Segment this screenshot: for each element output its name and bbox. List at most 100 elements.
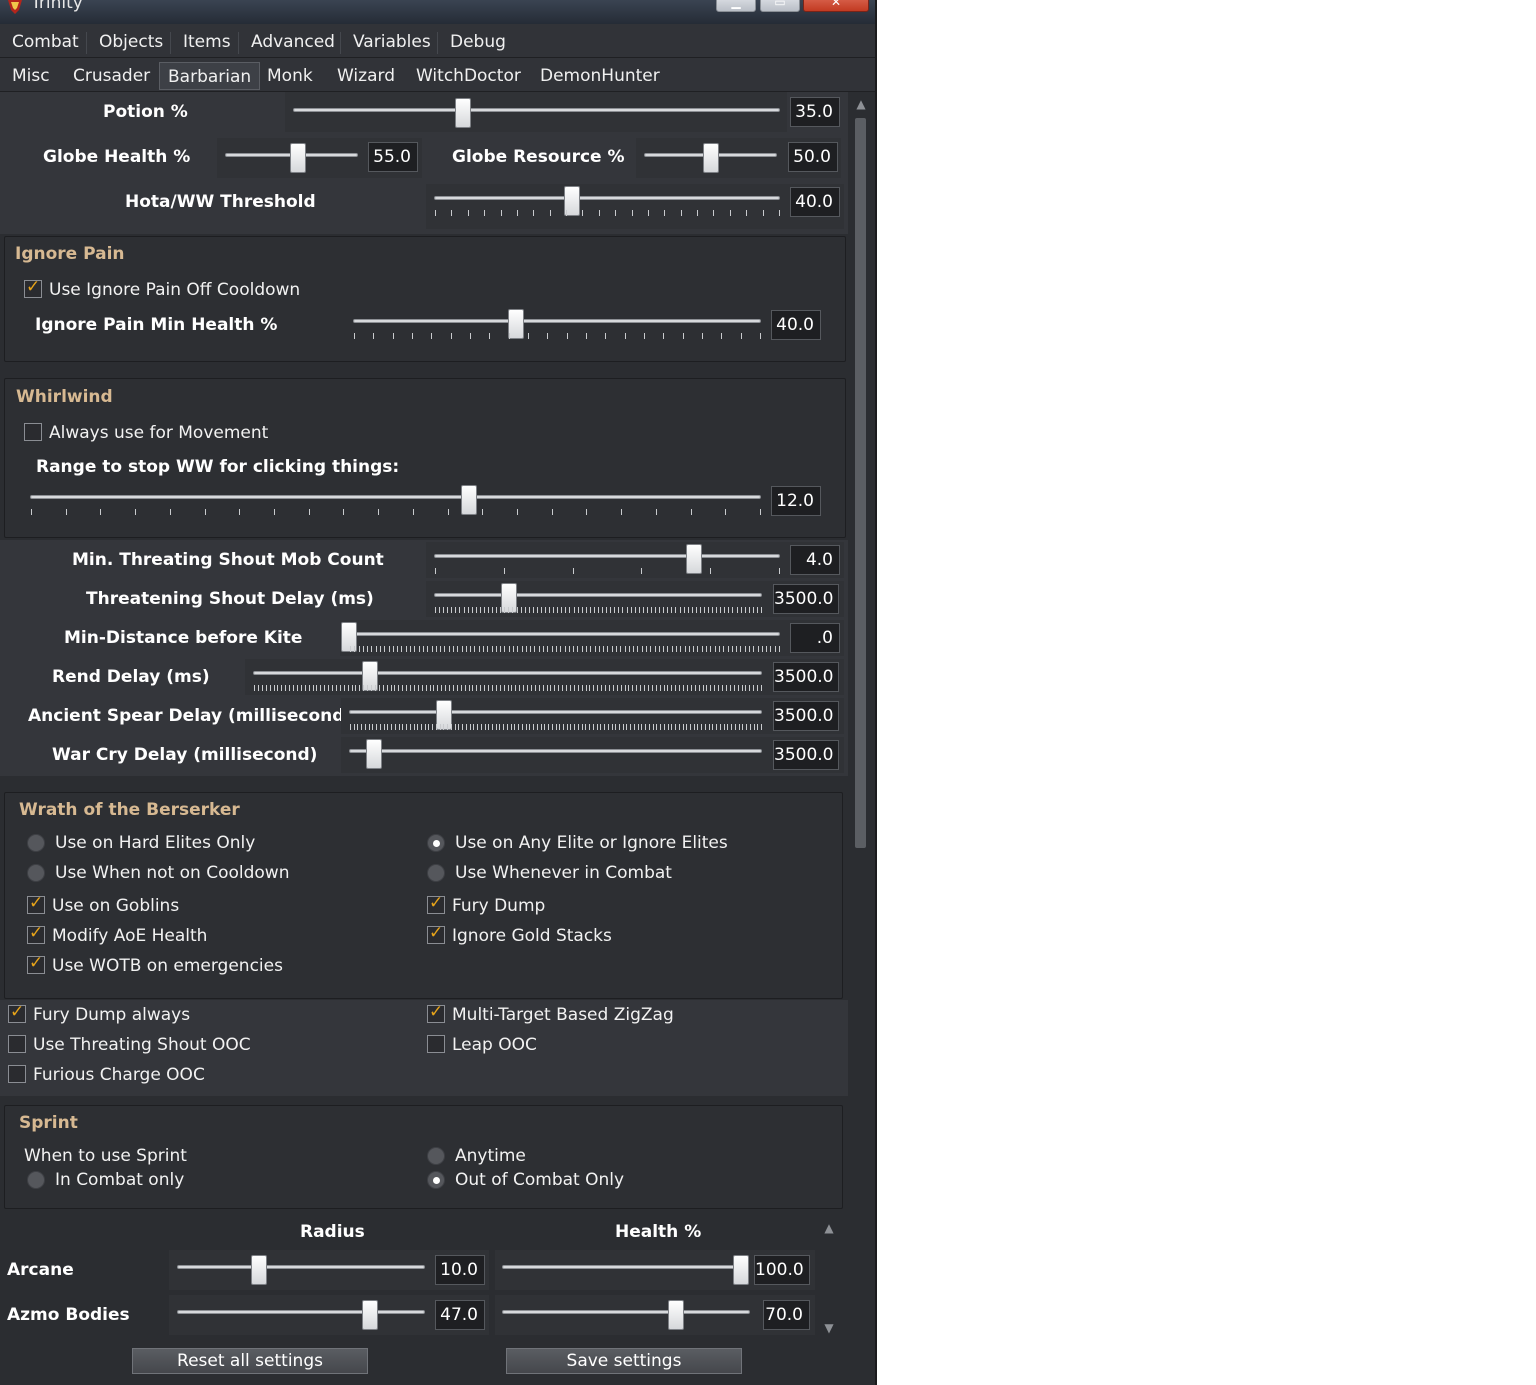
avoidance-scrollbar[interactable]: ▲ ▼ [818, 1218, 840, 1342]
scroll-down-icon[interactable]: ▼ [818, 1318, 840, 1338]
tab-barbarian[interactable]: Barbarian [159, 62, 261, 90]
avoidance-row-name: Azmo Bodies [7, 1305, 130, 1325]
azmo-radius-value[interactable]: 47.0 [435, 1300, 485, 1330]
slider-thumb[interactable] [250, 1255, 267, 1285]
potion-value[interactable]: 35.0 [790, 97, 840, 127]
wotb-emergencies-label: Use WOTB on emergencies [52, 956, 283, 976]
wotb-not-on-cooldown-label: Use When not on Cooldown [55, 863, 290, 883]
furious-charge-ooc-checkbox[interactable]: ✓ [8, 1065, 26, 1083]
wotb-not-on-cooldown-radio[interactable] [27, 864, 45, 882]
sprint-in-combat-radio[interactable] [27, 1171, 45, 1189]
shout-mob-count-value[interactable]: 4.0 [790, 545, 840, 575]
zigzag-checkbox[interactable]: ✓ [427, 1002, 445, 1023]
wotb-goblins-checkbox[interactable]: ✓ [27, 893, 45, 914]
slider-thumb[interactable] [365, 739, 382, 769]
tab-advanced[interactable]: Advanced [243, 28, 343, 56]
tab-misc[interactable]: Misc [4, 62, 58, 90]
shout-delay-value[interactable]: 3500.0 [773, 584, 839, 614]
arcane-radius-value[interactable]: 10.0 [435, 1255, 485, 1285]
wotb-any-elite-radio[interactable] [427, 834, 445, 852]
slider-thumb[interactable] [455, 98, 472, 128]
slider-thumb[interactable] [290, 143, 307, 173]
whirlwind-movement-checkbox[interactable]: ✓ [24, 423, 42, 441]
warcry-delay-slider[interactable] [349, 739, 762, 769]
slider-thumb[interactable] [733, 1255, 749, 1285]
rend-delay-value[interactable]: 3500.0 [773, 662, 839, 692]
ignore-pain-min-health-value[interactable]: 40.0 [771, 310, 821, 340]
ignore-pain-off-cooldown-checkbox[interactable]: ✓ [24, 277, 42, 298]
tab-witchdoctor[interactable]: WitchDoctor [408, 62, 529, 90]
shout-mob-count-slider[interactable] [434, 544, 780, 574]
kite-distance-slider[interactable] [341, 622, 780, 652]
leap-ooc-checkbox[interactable]: ✓ [427, 1035, 445, 1053]
slider-track [349, 710, 762, 714]
shout-delay-label: Threatening Shout Delay (ms) [86, 589, 374, 609]
hota-threshold-value[interactable]: 40.0 [790, 187, 840, 217]
scroll-up-icon[interactable]: ▲ [818, 1218, 840, 1238]
slider-thumb[interactable] [667, 1300, 684, 1330]
arcane-radius-slider[interactable] [177, 1255, 425, 1285]
tab-variables[interactable]: Variables [345, 28, 439, 56]
health-column-header: Health % [615, 1222, 702, 1242]
wotb-emergencies-checkbox[interactable]: ✓ [27, 953, 45, 974]
slider-thumb[interactable] [362, 1300, 379, 1330]
whirlwind-range-slider[interactable] [30, 485, 761, 515]
globe-resource-slider[interactable] [644, 143, 777, 173]
tab-combat[interactable]: Combat [4, 28, 87, 56]
primary-tab-bar: Combat Objects Items Advanced Variables … [0, 24, 875, 58]
azmo-health-slider[interactable] [502, 1300, 750, 1330]
whirlwind-range-value[interactable]: 12.0 [771, 486, 821, 516]
scroll-up-icon[interactable]: ▲ [850, 94, 872, 114]
maximize-icon: ▭ [774, 0, 786, 9]
tab-separator [238, 32, 239, 54]
arcane-health-slider[interactable] [502, 1255, 749, 1285]
hota-threshold-slider[interactable] [434, 186, 780, 216]
scroll-thumb[interactable] [855, 118, 866, 848]
tab-debug[interactable]: Debug [442, 28, 514, 56]
spear-delay-value[interactable]: 3500.0 [773, 701, 839, 731]
tab-separator [437, 32, 438, 54]
wotb-whenever-in-combat-radio[interactable] [427, 864, 445, 882]
main-scrollbar[interactable]: ▲ [850, 94, 872, 1214]
globe-health-value[interactable]: 55.0 [368, 142, 418, 172]
close-button[interactable]: ✕ [803, 0, 869, 12]
tab-demonhunter[interactable]: DemonHunter [532, 62, 668, 90]
reset-settings-button[interactable]: Reset all settings [132, 1348, 368, 1374]
wotb-hard-elites-radio[interactable] [27, 834, 45, 852]
sprint-anytime-radio[interactable] [427, 1147, 445, 1165]
sprint-anytime-label: Anytime [455, 1146, 526, 1166]
rend-delay-slider[interactable] [253, 661, 762, 691]
azmo-health-value[interactable]: 70.0 [763, 1300, 810, 1330]
potion-slider[interactable] [293, 98, 780, 128]
warcry-delay-value[interactable]: 3500.0 [773, 740, 839, 770]
shout-delay-slider[interactable] [434, 583, 762, 613]
slider-thumb[interactable] [702, 143, 719, 173]
sprint-out-of-combat-radio[interactable] [427, 1171, 445, 1189]
tab-crusader[interactable]: Crusader [65, 62, 158, 90]
wotb-fury-dump-checkbox[interactable]: ✓ [427, 893, 445, 914]
slider-track [253, 671, 762, 675]
fury-dump-always-checkbox[interactable]: ✓ [8, 1002, 26, 1023]
slider-track [349, 632, 780, 636]
minimize-button[interactable]: ▁ [716, 0, 756, 12]
globe-resource-value[interactable]: 50.0 [788, 142, 838, 172]
settings-window: Trinity ▁ ▭ ✕ Combat Objects Items Advan… [0, 0, 877, 1385]
wotb-aoe-health-checkbox[interactable]: ✓ [27, 923, 45, 944]
save-settings-button[interactable]: Save settings [506, 1348, 742, 1374]
maximize-button[interactable]: ▭ [760, 0, 800, 12]
shout-mob-count-label: Min. Threating Shout Mob Count [72, 550, 384, 570]
spear-delay-slider[interactable] [349, 700, 762, 730]
tab-items[interactable]: Items [175, 28, 239, 56]
tab-monk[interactable]: Monk [259, 62, 321, 90]
shout-ooc-checkbox[interactable]: ✓ [8, 1035, 26, 1053]
title-bar: Trinity ▁ ▭ ✕ [0, 0, 875, 24]
wotb-ignore-gold-stacks-label: Ignore Gold Stacks [452, 926, 612, 946]
ignore-pain-min-health-slider[interactable] [353, 309, 761, 339]
tab-wizard[interactable]: Wizard [329, 62, 403, 90]
kite-distance-value[interactable]: .0 [790, 623, 840, 653]
tab-objects[interactable]: Objects [91, 28, 171, 56]
wotb-ignore-gold-stacks-checkbox[interactable]: ✓ [427, 923, 445, 944]
arcane-health-value[interactable]: 100.0 [754, 1255, 810, 1285]
globe-health-slider[interactable] [225, 143, 358, 173]
azmo-radius-slider[interactable] [177, 1300, 425, 1330]
